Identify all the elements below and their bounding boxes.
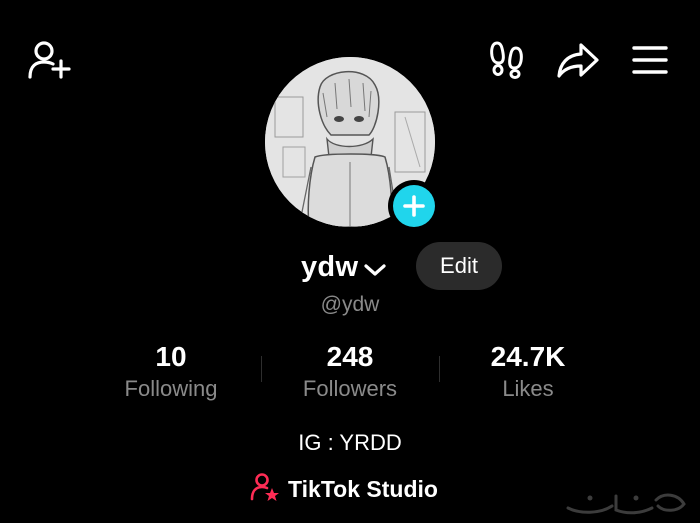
share-icon[interactable] xyxy=(555,39,601,81)
watermark-logo xyxy=(560,486,690,518)
following-label: Following xyxy=(124,376,218,401)
stat-following[interactable]: 10 Following xyxy=(81,340,261,404)
followers-count: 248 xyxy=(326,341,374,372)
plus-icon xyxy=(393,185,435,227)
likes-count: 24.7K xyxy=(490,341,566,372)
profile-bio: IG : YRDD xyxy=(298,430,402,455)
add-friend-icon[interactable] xyxy=(26,38,74,82)
username-handle: @ydw xyxy=(320,293,380,316)
add-avatar-button[interactable] xyxy=(388,180,440,232)
footprints-icon[interactable] xyxy=(486,38,528,80)
display-name: ydw xyxy=(301,251,359,283)
following-count: 10 xyxy=(155,341,187,372)
tiktok-studio-label: TikTok Studio xyxy=(288,476,438,502)
account-switcher[interactable]: ydw xyxy=(301,247,386,287)
chevron-down-icon xyxy=(364,249,386,287)
menu-icon[interactable] xyxy=(630,42,670,78)
likes-label: Likes xyxy=(502,376,554,401)
tiktok-studio-link[interactable]: TikTok Studio xyxy=(250,472,438,507)
stat-likes[interactable]: 24.7K Likes xyxy=(438,340,618,404)
stat-followers[interactable]: 248 Followers xyxy=(260,340,440,404)
edit-profile-button[interactable]: Edit xyxy=(416,242,502,290)
person-star-icon xyxy=(250,472,280,507)
followers-label: Followers xyxy=(302,376,398,401)
